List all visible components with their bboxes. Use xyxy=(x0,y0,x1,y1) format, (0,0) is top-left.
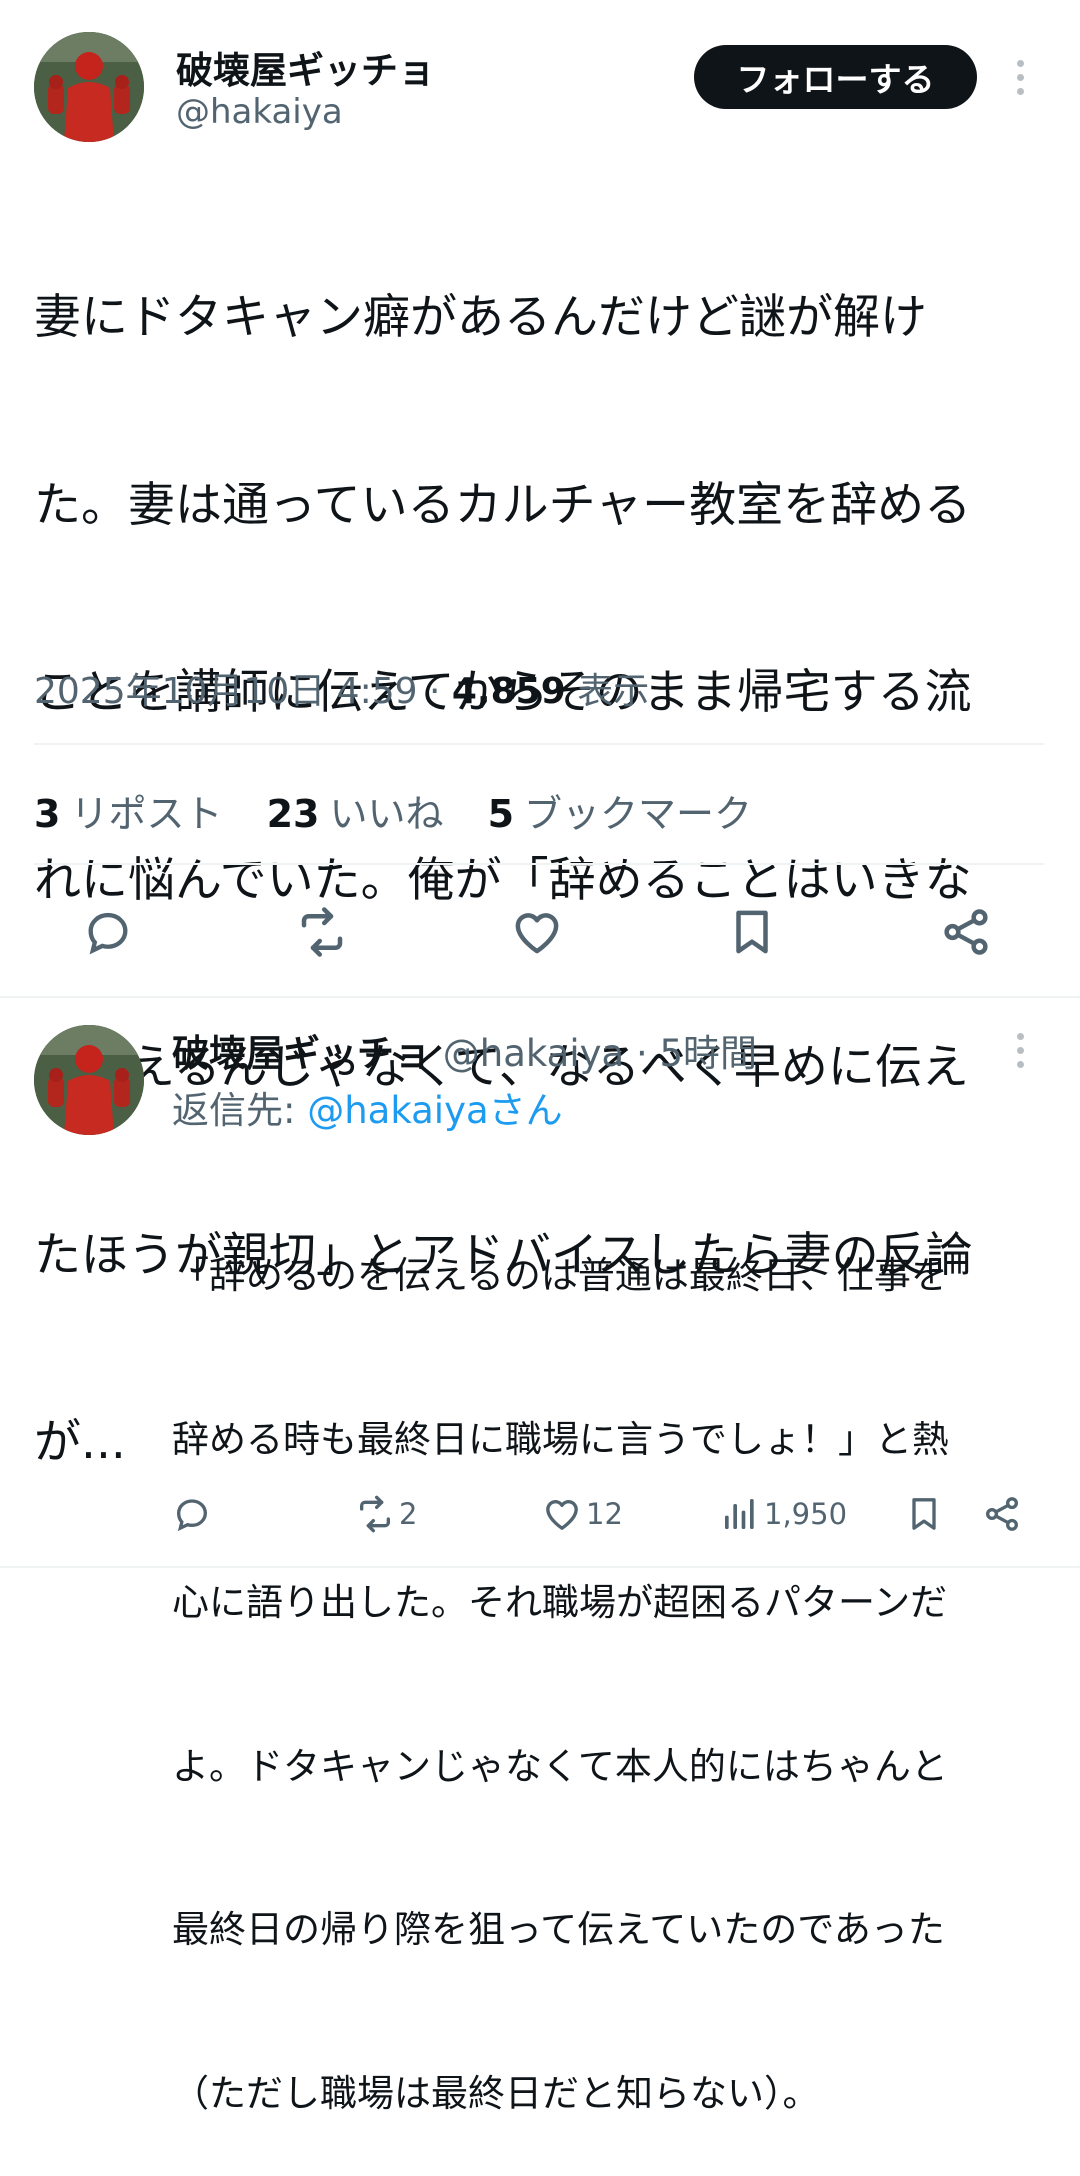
tweet-timestamp[interactable]: 2025年10月10日 4:59 xyxy=(34,671,418,712)
views-icon xyxy=(725,1499,754,1529)
reply-text-line: （ただし職場は最終日だと知らない）。 xyxy=(172,2071,820,2115)
likes-count: 23 xyxy=(266,792,320,836)
reply-button[interactable] xyxy=(78,902,138,962)
bookmark-button[interactable] xyxy=(722,902,782,962)
meta-dot: · xyxy=(635,1032,660,1075)
likes-stat[interactable]: 23 いいね xyxy=(267,792,444,836)
avatar-image xyxy=(34,32,144,142)
more-options-icon[interactable] xyxy=(1014,60,1026,95)
views-label: 表示 xyxy=(577,671,650,712)
reply-text-line: よ。ドタキャンじゃなくて本人的にはちゃんと xyxy=(172,1744,948,1788)
reply-author-name[interactable]: 破壊屋ギッチョ xyxy=(172,1032,431,1075)
divider xyxy=(34,743,1044,745)
reply-repost-button[interactable]: 2 xyxy=(355,1492,417,1536)
author-handle[interactable]: @hakaiya xyxy=(176,92,343,132)
bookmarks-count: 5 xyxy=(487,792,515,836)
reply-time[interactable]: 5時間 xyxy=(660,1032,758,1075)
engagement-stats: 3 リポスト 23 いいね 5 ブックマーク xyxy=(34,783,784,838)
repost-icon xyxy=(301,907,343,957)
bookmarks-label: ブックマーク xyxy=(524,792,753,836)
avatar-image xyxy=(34,1025,144,1135)
reply-text-line: 心に語り出した。それ職場が超困るパターンだ xyxy=(172,1581,948,1624)
views-count: 4,859 xyxy=(451,671,566,712)
tweet-text-line: 妻にドタキャン癖があるんだけど謎が解け xyxy=(34,290,927,345)
follow-button[interactable]: フォローする xyxy=(694,45,977,109)
author-avatar[interactable] xyxy=(34,32,144,142)
meta-dot: · xyxy=(428,671,452,712)
reply-repost-count: 2 xyxy=(399,1497,418,1531)
reposts-label: リポスト xyxy=(70,792,223,836)
divider xyxy=(34,863,1044,865)
repost-button[interactable] xyxy=(292,902,352,962)
reply-to-handle[interactable]: @hakaiyaさん xyxy=(307,1089,562,1132)
reply-text-line: 最終日の帰り際を狙って伝えていたのであった xyxy=(172,1908,945,1951)
reply-to-label: 返信先: xyxy=(172,1089,296,1132)
like-icon xyxy=(546,1500,578,1530)
reposts-stat[interactable]: 3 リポスト xyxy=(34,792,222,836)
section-separator xyxy=(0,1566,1080,1568)
tweet-text-line: た。妻は通っているカルチャー教室を辞める xyxy=(34,477,972,533)
reposts-count: 3 xyxy=(34,792,61,836)
reply-text: 「辞めるのを伝えるのは普通は最終日、仕事を 辞める時も最終日に職場に言うでしょ！… xyxy=(172,1140,1042,2176)
bookmarks-stat[interactable]: 5 ブックマーク xyxy=(488,792,752,836)
share-icon xyxy=(944,909,988,955)
bookmark-icon xyxy=(736,910,768,954)
reply-like-count: 12 xyxy=(586,1497,623,1531)
reply-like-button[interactable]: 12 xyxy=(542,1492,623,1536)
like-button[interactable] xyxy=(507,902,567,962)
reply-bookmark-button[interactable] xyxy=(904,1492,944,1536)
author-name[interactable]: 破壊屋ギッチョ xyxy=(176,40,435,94)
section-separator xyxy=(0,996,1080,998)
reply-share-button[interactable] xyxy=(982,1492,1022,1536)
repost-icon xyxy=(360,1495,390,1533)
more-options-icon[interactable] xyxy=(1014,1033,1026,1068)
reply-icon xyxy=(88,912,128,955)
reply-author-avatar[interactable] xyxy=(34,1025,144,1135)
reply-views-button[interactable]: 1,950 xyxy=(720,1492,847,1536)
like-icon xyxy=(515,913,559,954)
reply-author-handle[interactable]: @hakaiya xyxy=(443,1032,624,1075)
reply-views-count: 1,950 xyxy=(764,1497,848,1531)
reply-to: 返信先: @hakaiyaさん xyxy=(172,1080,563,1134)
likes-label: いいね xyxy=(329,792,444,836)
reply-header: 破壊屋ギッチョ @hakaiya · 5時間 xyxy=(172,1023,757,1077)
tweet-meta: 2025年10月10日 4:59 · 4,859 表示 xyxy=(34,662,649,714)
reply-icon xyxy=(176,1499,208,1532)
reply-reply-button[interactable] xyxy=(172,1492,212,1536)
reply-text-line: 辞める時も最終日に職場に言うでしょ！」と熱 xyxy=(172,1417,949,1461)
reply-text-line: 「辞めるのを伝えるのは普通は最終日、仕事を xyxy=(172,1254,948,1297)
share-icon xyxy=(986,1497,1018,1531)
bookmark-icon xyxy=(912,1498,936,1530)
share-button[interactable] xyxy=(936,902,996,962)
